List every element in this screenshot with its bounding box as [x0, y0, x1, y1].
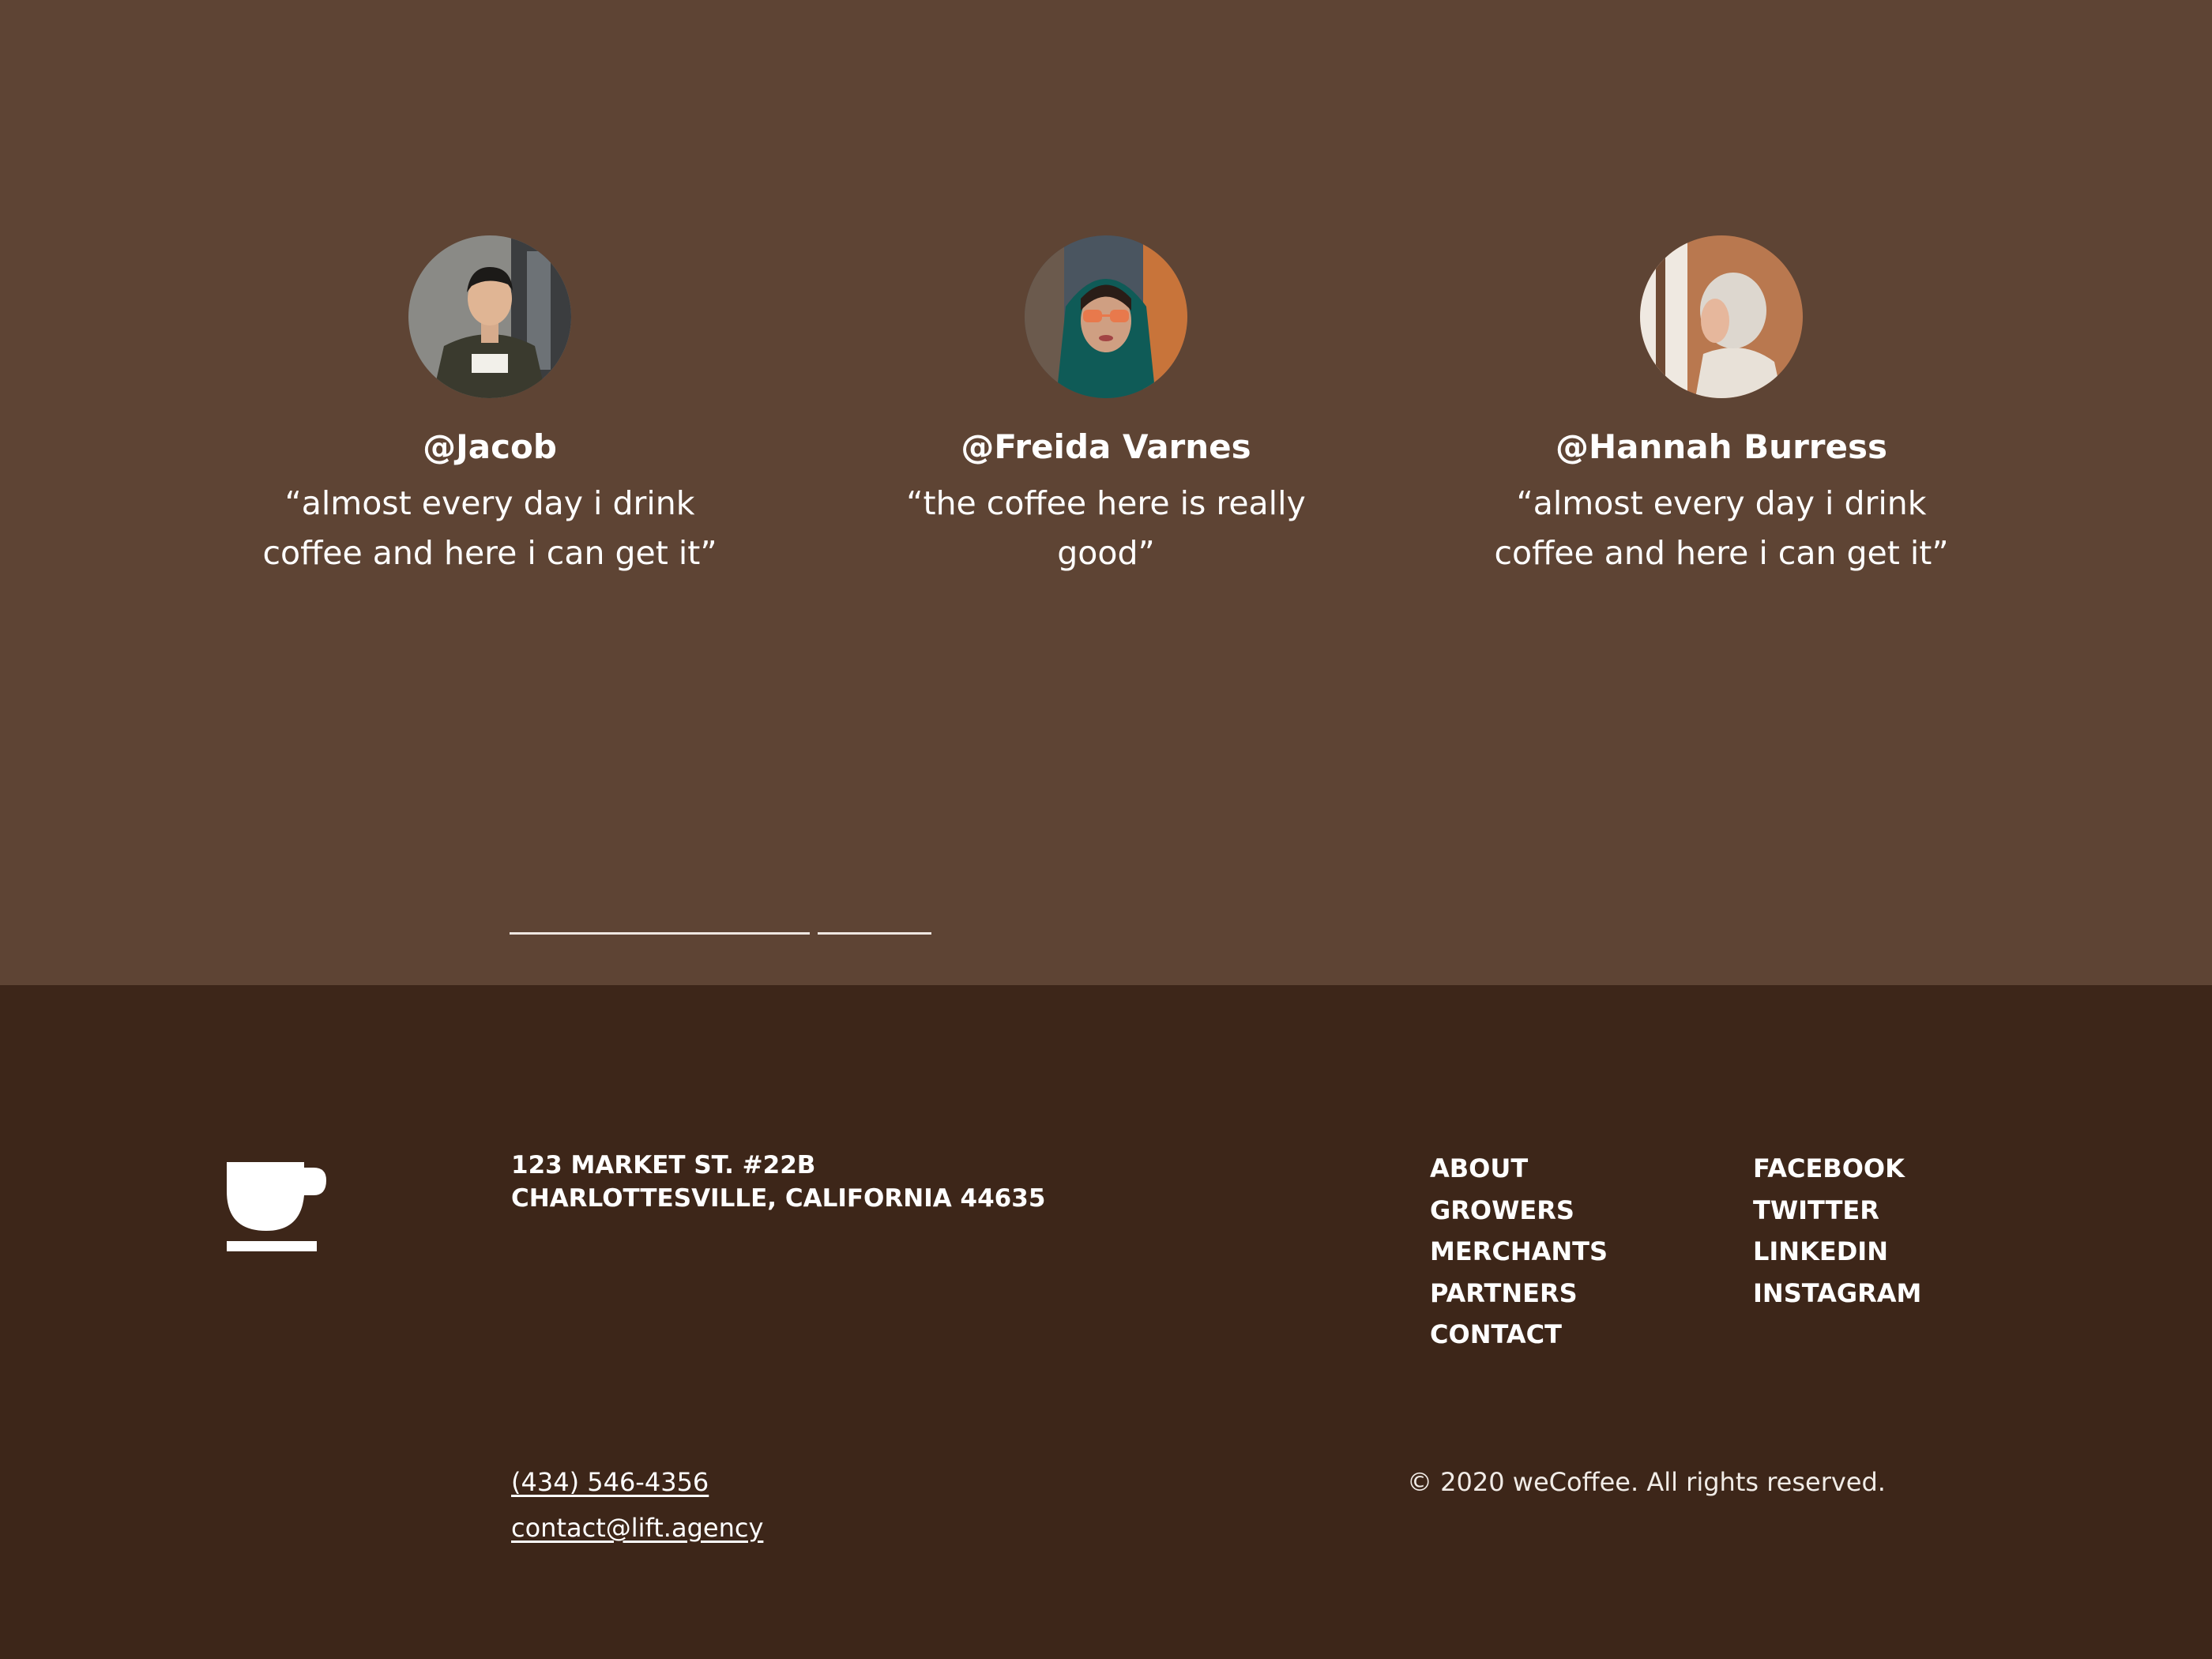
site-footer: 123 MARKET ST. #22B CHARLOTTESVILLE, CAL… — [0, 985, 2212, 1659]
testimonial-quote: “almost every day i drink coffee and her… — [1494, 484, 1949, 572]
testimonial-quote: “almost every day i drink coffee and her… — [262, 484, 717, 572]
social-link-instagram[interactable]: INSTAGRAM — [1753, 1273, 1921, 1315]
testimonial-handle: @Hannah Burress — [1556, 427, 1887, 466]
phone-link[interactable]: (434) 546-4356 — [511, 1459, 763, 1505]
footer-link-about[interactable]: ABOUT — [1430, 1148, 1608, 1190]
footer-link-partners[interactable]: PARTNERS — [1430, 1273, 1608, 1315]
avatar-jacob — [408, 235, 571, 398]
testimonial-card: @Hannah Burress “almost every day i drin… — [1421, 235, 2022, 578]
footer-link-merchants[interactable]: MERCHANTS — [1430, 1231, 1608, 1273]
footer-link-contact[interactable]: CONTACT — [1430, 1314, 1608, 1356]
address-line-2: CHARLOTTESVILLE, CALIFORNIA 44635 — [511, 1184, 1046, 1213]
email-link[interactable]: contact@lift.agency — [511, 1505, 763, 1551]
testimonial-handle: @Freida Varnes — [961, 427, 1251, 466]
testimonial-card: @Freida Varnes “the coffee here is reall… — [806, 235, 1406, 578]
footer-nav: ABOUT GROWERS MERCHANTS PARTNERS CONTACT — [1430, 1148, 1608, 1356]
social-link-twitter[interactable]: TWITTER — [1753, 1190, 1921, 1232]
copyright-text: © 2020 weCoffee. All rights reserved. — [1407, 1467, 1886, 1497]
carousel-indicator-active[interactable] — [510, 932, 810, 935]
address-line-1: 123 MARKET ST. #22B — [511, 1151, 816, 1179]
footer-address: 123 MARKET ST. #22B CHARLOTTESVILLE, CAL… — [511, 1149, 1045, 1215]
coffee-cup-icon[interactable] — [225, 1160, 328, 1256]
social-link-facebook[interactable]: FACEBOOK — [1753, 1148, 1921, 1190]
testimonial-handle: @Jacob — [423, 427, 557, 466]
avatar-freida-varnes — [1025, 235, 1187, 398]
testimonial-quote: “the coffee here is really good” — [906, 484, 1306, 572]
footer-contact: (434) 546-4356 contact@lift.agency — [511, 1459, 763, 1551]
footer-link-growers[interactable]: GROWERS — [1430, 1190, 1608, 1232]
social-link-linkedin[interactable]: LINKEDIN — [1753, 1231, 1921, 1273]
testimonials-section: @Jacob “almost every day i drink coffee … — [0, 0, 2212, 985]
carousel-indicator[interactable] — [818, 932, 931, 935]
testimonial-card: @Jacob “almost every day i drink coffee … — [190, 235, 790, 578]
footer-social: FACEBOOK TWITTER LINKEDIN INSTAGRAM — [1753, 1148, 1921, 1314]
avatar-hannah-burress — [1640, 235, 1803, 398]
